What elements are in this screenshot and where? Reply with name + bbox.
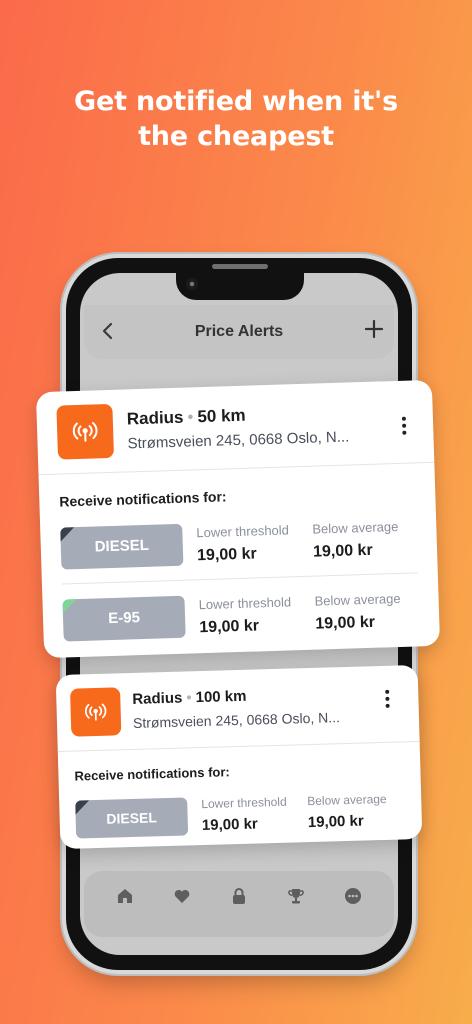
fuel-color-indicator xyxy=(75,800,90,815)
more-icon[interactable] xyxy=(344,887,366,909)
lock-icon[interactable] xyxy=(230,887,252,909)
radius-value: 50 km xyxy=(197,405,246,427)
divider xyxy=(57,740,420,753)
below-average-label: Below average xyxy=(314,590,401,609)
radius-label: Radius xyxy=(126,407,184,429)
lower-threshold-label: Lower threshold xyxy=(196,522,290,541)
heart-icon[interactable] xyxy=(173,887,195,909)
page-title: Price Alerts xyxy=(194,323,284,340)
divider xyxy=(38,461,435,476)
fuel-pill-e95[interactable]: E-95 xyxy=(62,595,186,642)
home-icon[interactable] xyxy=(116,887,138,909)
lower-threshold-value: 19,00 kr xyxy=(201,815,259,835)
below-average-label: Below average xyxy=(307,791,387,809)
lower-threshold-value: 19,00 kr xyxy=(199,617,260,637)
headline-line-1: Get notified when it's xyxy=(74,86,398,117)
address: Strømsveien 245, 0668 Oslo, N... xyxy=(127,428,350,453)
address: Strømsveien 245, 0668 Oslo, N... xyxy=(132,709,341,731)
below-average-value: 19,00 kr xyxy=(307,812,364,832)
alert-card[interactable]: Radius • 50 km Strømsveien 245, 0668 Oslo,… xyxy=(35,379,441,659)
phone-speaker xyxy=(212,264,268,269)
plus-icon[interactable] xyxy=(364,319,384,341)
radar-icon xyxy=(56,403,115,460)
fuel-pill-diesel[interactable]: DIESEL xyxy=(60,523,184,570)
receive-label: Receive notifications for: xyxy=(74,764,230,784)
tab-bar xyxy=(84,871,394,937)
alert-card[interactable]: Radius • 100 km Strømsveien 245, 0668 Oslo… xyxy=(55,664,423,850)
below-average-label: Below average xyxy=(312,518,399,537)
headline-line-2: the cheapest xyxy=(138,121,334,152)
fuel-color-indicator xyxy=(62,599,77,614)
below-average-value: 19,00 kr xyxy=(312,541,373,561)
front-camera xyxy=(186,278,198,290)
fuel-pill-diesel[interactable]: DIESEL xyxy=(75,797,189,839)
lower-threshold-value: 19,00 kr xyxy=(196,545,257,565)
radius-label: Radius xyxy=(132,689,183,708)
lower-threshold-label: Lower threshold xyxy=(201,794,287,812)
headline: Get notified when it's the cheapest xyxy=(0,84,472,154)
radius-line: Radius • 100 km xyxy=(132,687,247,708)
divider xyxy=(61,572,418,585)
fuel-color-indicator xyxy=(60,527,75,542)
radius-value: 100 km xyxy=(195,687,247,707)
radar-icon xyxy=(70,687,122,737)
radius-line: Radius • 50 km xyxy=(126,405,246,429)
below-average-value: 19,00 kr xyxy=(315,613,376,633)
kebab-menu-icon[interactable] xyxy=(401,416,408,438)
lower-threshold-label: Lower threshold xyxy=(198,594,292,613)
kebab-menu-icon[interactable] xyxy=(384,689,391,711)
receive-label: Receive notifications for: xyxy=(59,488,227,510)
trophy-icon[interactable] xyxy=(287,887,309,909)
